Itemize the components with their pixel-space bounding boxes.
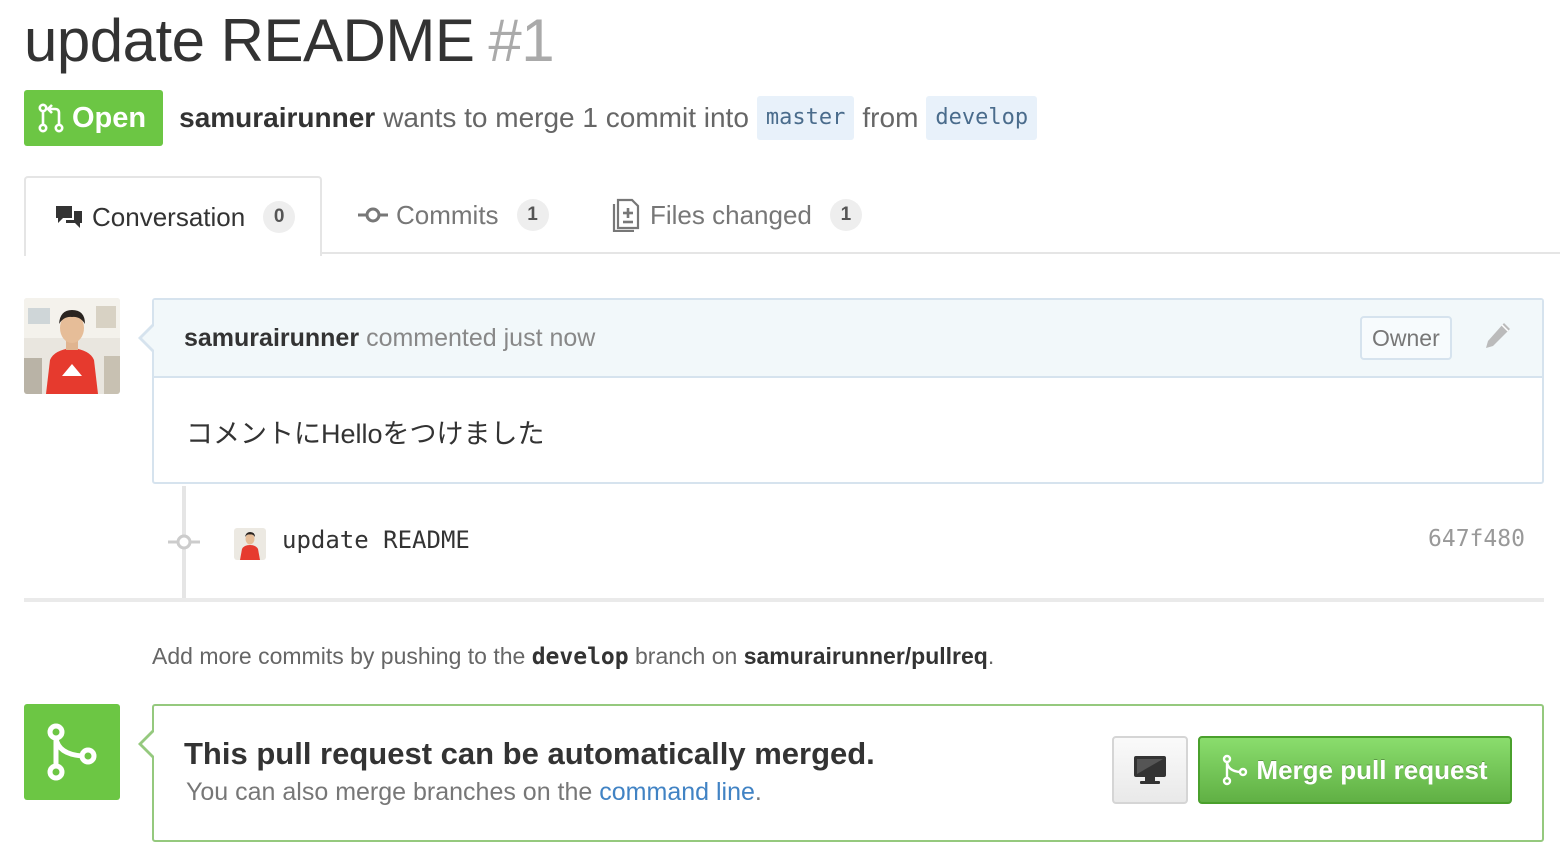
diff-icon <box>612 198 640 232</box>
merge-status-icon-box <box>24 704 120 800</box>
merge-button-label: Merge pull request <box>1256 754 1488 785</box>
pr-tabs: Conversation 0 Commits 1 Files changed 1 <box>24 176 1560 256</box>
merge-sub-suffix: . <box>754 778 762 806</box>
commit-message-link[interactable]: update README <box>282 526 470 554</box>
state-label: Open <box>72 101 147 134</box>
comment-discussion-icon <box>56 206 82 228</box>
git-commit-icon <box>358 207 388 223</box>
merge-pull-request-button[interactable]: Merge pull request <box>1198 736 1512 804</box>
help-suffix: . <box>987 643 995 669</box>
command-line-link[interactable]: command line <box>599 778 755 806</box>
comment-header: samurairunner commented just now Owner <box>154 300 1542 378</box>
tab-label: Commits <box>396 199 499 230</box>
pr-state-row: Open samurairunner wants to merge 1 comm… <box>24 90 1045 146</box>
tab-files-changed[interactable]: Files changed 1 <box>612 176 862 254</box>
tab-counter: 1 <box>516 199 549 231</box>
help-branch: develop <box>531 644 629 670</box>
git-commit-icon <box>168 534 200 550</box>
help-middle: branch on <box>635 643 738 669</box>
git-merge-icon <box>47 723 97 781</box>
commit-avatar[interactable] <box>234 528 266 560</box>
merge-box: This pull request can be automatically m… <box>138 704 1544 842</box>
tab-label: Conversation <box>92 201 246 232</box>
comment-author-link[interactable]: samurairunner <box>184 324 359 353</box>
pr-meta: samurairunner wants to merge 1 commit in… <box>179 96 1045 140</box>
tab-label: Files changed <box>650 199 812 230</box>
help-repo: samurairunner/pullreq <box>743 643 988 669</box>
pr-title: update README <box>24 7 475 74</box>
comment-action[interactable]: commented just now <box>366 324 595 353</box>
head-branch[interactable]: develop <box>926 96 1038 140</box>
pencil-icon[interactable] <box>1482 320 1512 354</box>
push-help-text: Add more commits by pushing to the devel… <box>152 643 994 670</box>
page-title: update README #1 <box>24 6 555 75</box>
comment-box: samurairunner commented just now Owner コ… <box>138 298 1544 484</box>
merge-sub-prefix: You can also merge branches on the <box>186 778 593 806</box>
avatar-image <box>234 528 266 560</box>
help-prefix: Add more commits by pushing to the <box>152 643 526 669</box>
merge-status-subtitle: You can also merge branches on the comma… <box>186 778 762 807</box>
timeline-separator <box>24 598 1544 602</box>
avatar-image <box>24 298 120 394</box>
pr-author-link[interactable]: samurairunner <box>179 102 375 134</box>
merge-status-title: This pull request can be automatically m… <box>184 736 875 771</box>
comment-body: コメントにHelloをつけました <box>186 419 545 449</box>
device-desktop-icon <box>1134 756 1166 784</box>
state-badge: Open <box>24 90 164 146</box>
tab-commits[interactable]: Commits 1 <box>358 176 549 254</box>
git-pull-request-icon <box>38 103 64 133</box>
merge-text: wants to merge 1 commit into <box>383 102 749 133</box>
git-merge-icon <box>1223 754 1248 786</box>
tab-conversation[interactable]: Conversation 0 <box>24 176 322 256</box>
tab-counter: 0 <box>263 201 296 233</box>
commit-sha-link[interactable]: 647f480 <box>1428 526 1525 552</box>
tab-counter: 1 <box>829 199 862 231</box>
owner-label: Owner <box>1360 316 1452 360</box>
open-in-desktop-button[interactable] <box>1112 736 1188 804</box>
base-branch[interactable]: master <box>756 96 855 140</box>
avatar[interactable] <box>24 298 120 394</box>
from-text: from <box>862 102 919 133</box>
pr-number: #1 <box>488 7 555 74</box>
